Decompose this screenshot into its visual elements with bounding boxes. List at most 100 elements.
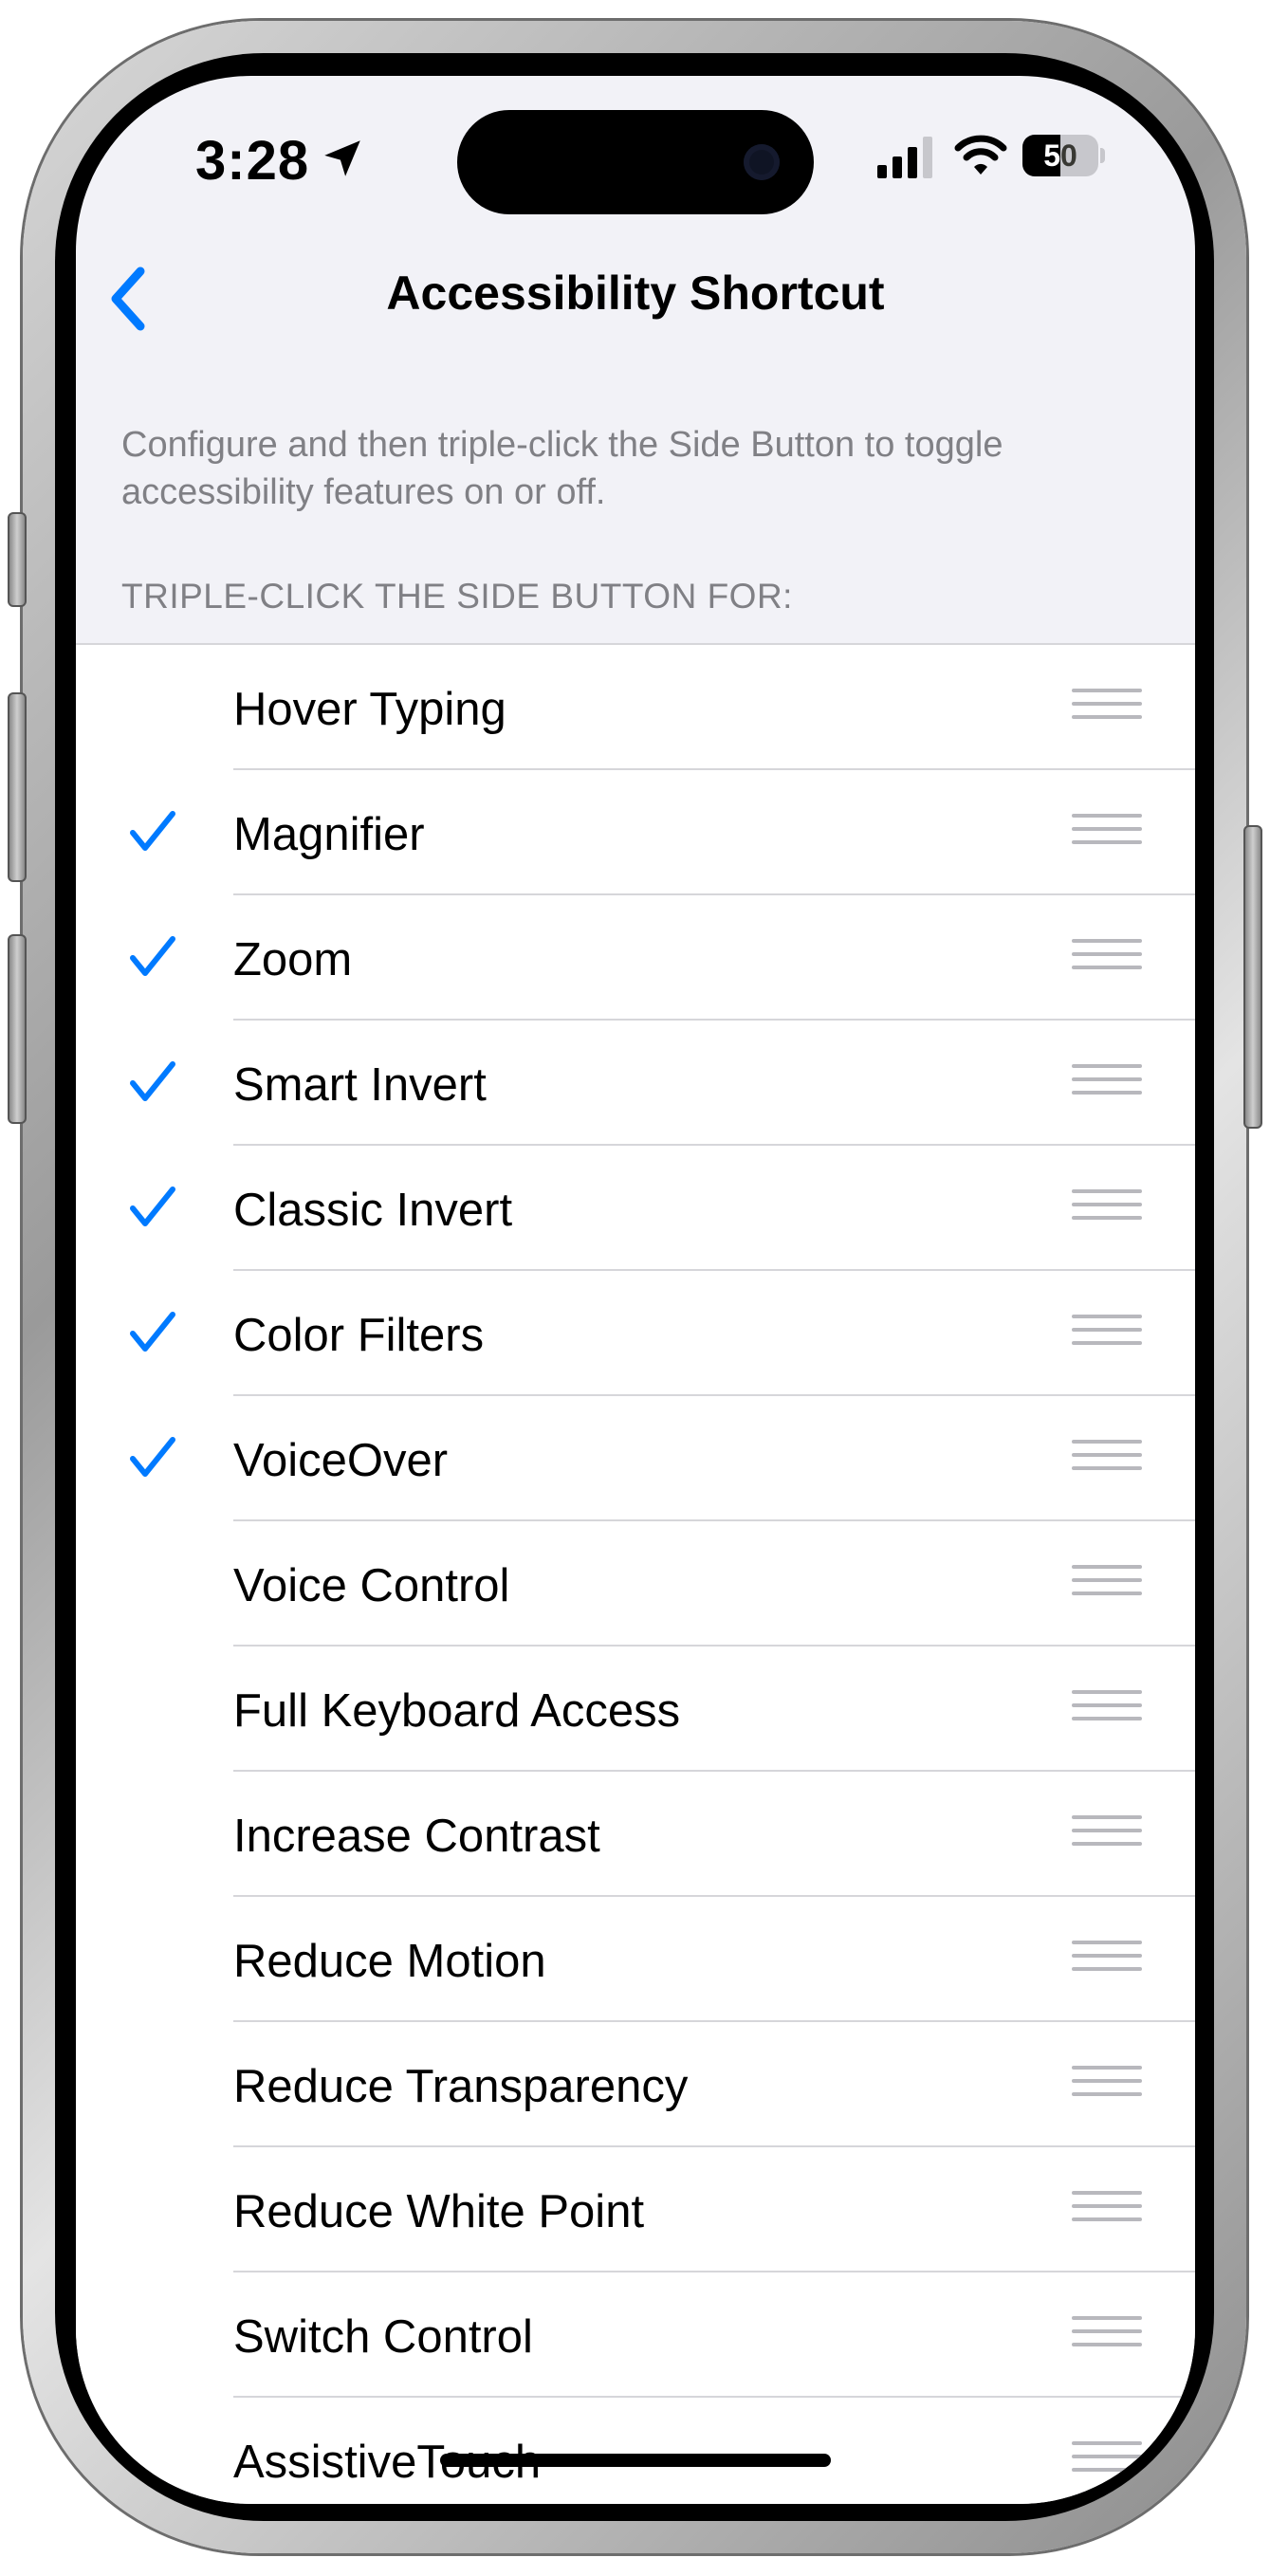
reorder-line — [1072, 1077, 1142, 1081]
list-item-label: VoiceOver — [233, 1435, 449, 1486]
list-item[interactable]: Reduce Motion — [76, 1897, 1195, 2022]
wifi-icon — [954, 135, 1007, 175]
list-item[interactable]: Reduce White Point — [76, 2147, 1195, 2272]
list-item-label: Reduce Motion — [233, 1936, 546, 1987]
list-item[interactable]: Reduce Transparency — [76, 2022, 1195, 2147]
reorder-line — [1072, 1091, 1142, 1095]
section-header: TRIPLE-CLICK THE SIDE BUTTON FOR: — [121, 577, 793, 616]
list-item[interactable]: Zoom — [76, 895, 1195, 1021]
list-item[interactable]: Magnifier — [76, 770, 1195, 895]
reorder-line — [1072, 952, 1142, 956]
reorder-line — [1072, 689, 1142, 692]
reorder-handle-icon[interactable] — [1072, 1440, 1142, 1478]
list-item[interactable]: Full Keyboard Access — [76, 1647, 1195, 1772]
checkmark-icon — [130, 936, 175, 976]
reorder-line — [1072, 1466, 1142, 1470]
reorder-handle-icon[interactable] — [1072, 1064, 1142, 1102]
list-item[interactable]: Voice Control — [76, 1521, 1195, 1647]
battery-icon: 50 — [1022, 135, 1105, 176]
reorder-line — [1072, 1578, 1142, 1582]
list-item[interactable]: VoiceOver — [76, 1396, 1195, 1521]
front-camera-icon — [744, 144, 780, 180]
reorder-handle-icon[interactable] — [1072, 1815, 1142, 1853]
reorder-line — [1072, 702, 1142, 706]
list-item-label: Color Filters — [233, 1310, 485, 1361]
list-item-label: Magnifier — [233, 809, 425, 860]
checkmark-icon — [130, 811, 175, 851]
reorder-line — [1072, 1440, 1142, 1444]
reorder-line — [1072, 840, 1142, 844]
reorder-line — [1072, 715, 1142, 719]
reorder-line — [1072, 2191, 1142, 2195]
reorder-handle-icon[interactable] — [1072, 1315, 1142, 1352]
list-item[interactable]: AssistiveTouch — [76, 2398, 1195, 2504]
checkmark-icon — [130, 1061, 175, 1101]
list-item[interactable]: Hover Typing — [76, 645, 1195, 770]
reorder-line — [1072, 1565, 1142, 1569]
reorder-line — [1072, 1941, 1142, 1944]
list-item-label: Smart Invert — [233, 1059, 487, 1111]
list-item[interactable]: Increase Contrast — [76, 1772, 1195, 1897]
reorder-line — [1072, 1341, 1142, 1345]
feature-list: Hover Typing Magnifier Zoom Smart Invert Cla… — [76, 643, 1195, 2504]
battery-tip — [1100, 148, 1105, 163]
volume-down-button — [8, 934, 27, 1124]
location-arrow-icon — [324, 140, 360, 176]
reorder-line — [1072, 1967, 1142, 1971]
reorder-line — [1072, 1717, 1142, 1720]
list-item-label: Reduce White Point — [233, 2186, 645, 2237]
list-item[interactable]: Classic Invert — [76, 1146, 1195, 1271]
reorder-line — [1072, 2468, 1142, 2472]
page-title: Accessibility Shortcut — [386, 267, 885, 320]
reorder-handle-icon[interactable] — [1072, 689, 1142, 727]
reorder-line — [1072, 2316, 1142, 2320]
reorder-line — [1072, 2343, 1142, 2346]
reorder-line — [1072, 1203, 1142, 1206]
list-item-label: Full Keyboard Access — [233, 1685, 681, 1737]
reorder-line — [1072, 2217, 1142, 2221]
screen: 3:28 50 Accessibility Shortcut Configure… — [76, 76, 1195, 2504]
reorder-line — [1072, 2455, 1142, 2458]
reorder-line — [1072, 966, 1142, 969]
list-item[interactable]: Color Filters — [76, 1271, 1195, 1396]
reorder-line — [1072, 1954, 1142, 1958]
reorder-line — [1072, 2441, 1142, 2445]
reorder-line — [1072, 1829, 1142, 1832]
list-item-label: Hover Typing — [233, 684, 506, 735]
reorder-line — [1072, 2204, 1142, 2208]
reorder-line — [1072, 939, 1142, 943]
reorder-line — [1072, 1189, 1142, 1193]
dynamic-island — [457, 110, 814, 214]
reorder-handle-icon[interactable] — [1072, 1690, 1142, 1728]
reorder-handle-icon[interactable] — [1072, 2441, 1142, 2479]
reorder-handle-icon[interactable] — [1072, 814, 1142, 852]
reorder-line — [1072, 1453, 1142, 1457]
reorder-handle-icon[interactable] — [1072, 2066, 1142, 2104]
list-item-label: Voice Control — [233, 1560, 510, 1611]
reorder-line — [1072, 1315, 1142, 1318]
volume-up-button — [8, 692, 27, 882]
battery-level: 50 — [1043, 138, 1077, 173]
list-item[interactable]: Smart Invert — [76, 1021, 1195, 1146]
reorder-line — [1072, 1064, 1142, 1068]
page: 3:28 50 Accessibility Shortcut Configure… — [0, 0, 1270, 2576]
reorder-line — [1072, 1815, 1142, 1819]
reorder-handle-icon[interactable] — [1072, 1941, 1142, 1978]
reorder-handle-icon[interactable] — [1072, 1189, 1142, 1227]
reorder-handle-icon[interactable] — [1072, 2191, 1142, 2229]
status-time: 3:28 — [195, 130, 310, 192]
reorder-handle-icon[interactable] — [1072, 939, 1142, 977]
list-item-label: Increase Contrast — [233, 1811, 600, 1862]
reorder-handle-icon[interactable] — [1072, 1565, 1142, 1603]
reorder-line — [1072, 2329, 1142, 2333]
checkmark-icon — [130, 1312, 175, 1352]
reorder-line — [1072, 814, 1142, 818]
reorder-line — [1072, 1842, 1142, 1846]
list-item[interactable]: Switch Control — [76, 2272, 1195, 2398]
reorder-handle-icon[interactable] — [1072, 2316, 1142, 2354]
home-indicator[interactable] — [440, 2454, 831, 2467]
reorder-line — [1072, 1328, 1142, 1332]
reorder-line — [1072, 2092, 1142, 2096]
cellular-signal-icon — [877, 137, 932, 178]
reorder-line — [1072, 1703, 1142, 1707]
